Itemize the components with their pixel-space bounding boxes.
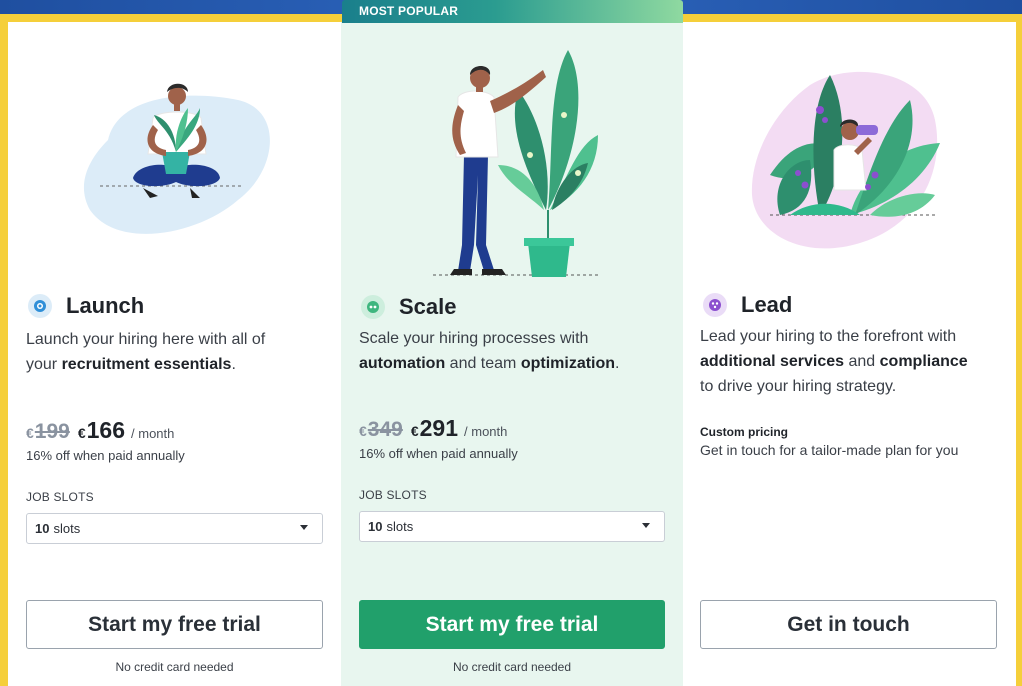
- price-row: € 199 € 166 / month: [26, 417, 174, 444]
- new-price: 166: [86, 417, 126, 443]
- job-slots-label: JOB SLOTS: [359, 488, 427, 502]
- get-in-touch-button[interactable]: Get in touch: [700, 600, 997, 649]
- discount-note: 16% off when paid annually: [359, 446, 518, 461]
- custom-pricing-subtitle: Get in touch for a tailor-made plan for …: [700, 442, 959, 458]
- price-period: / month: [464, 424, 508, 439]
- plan-header-scale: Scale: [361, 294, 457, 320]
- desc-bold: recruitment essentials: [61, 356, 232, 373]
- slots-unit: slots: [53, 521, 81, 536]
- desc-bold: additional services: [700, 353, 845, 370]
- scale-illustration: [433, 50, 598, 277]
- plan-name: Launch: [66, 293, 145, 318]
- job-slots-select[interactable]: 10 slots: [26, 513, 323, 544]
- slots-value: 10: [368, 519, 383, 534]
- desc-line: Launch your hiring here with all of: [26, 331, 266, 348]
- price-row: € 349 € 291 / month: [359, 415, 507, 442]
- no-credit-card-note: No credit card needed: [452, 660, 572, 674]
- desc-bold: compliance: [879, 353, 968, 370]
- grid-dots-icon: [703, 293, 727, 317]
- caret-down-icon: [642, 523, 650, 528]
- desc-line: Lead your hiring to the forefront with: [700, 328, 957, 345]
- desc-line: Scale your hiring processes with: [359, 330, 589, 347]
- plan-header-lead: Lead: [703, 292, 792, 318]
- caret-down-icon: [300, 525, 308, 530]
- no-credit-card-note: No credit card needed: [115, 660, 234, 674]
- old-price: 349: [367, 418, 403, 441]
- start-free-trial-button[interactable]: Start my free trial: [26, 600, 323, 649]
- plan-description: Scale your hiring processes with automat…: [359, 326, 669, 376]
- price-period: / month: [131, 426, 175, 441]
- target-icon: [28, 294, 52, 318]
- slots-value: 10: [35, 521, 50, 536]
- desc-text: and: [844, 353, 880, 370]
- plan-name: Scale: [399, 294, 457, 319]
- currency-new: €: [410, 423, 419, 439]
- currency-new: €: [77, 425, 86, 441]
- currency-old: €: [359, 423, 367, 439]
- desc-text: and team: [445, 355, 521, 372]
- start-free-trial-button[interactable]: Start my free trial: [359, 600, 665, 649]
- job-slots-label: JOB SLOTS: [26, 490, 94, 504]
- new-price: 291: [419, 415, 459, 441]
- desc-text: your: [26, 356, 62, 373]
- desc-bold: optimization: [520, 355, 616, 372]
- plan-name: Lead: [741, 292, 793, 317]
- old-price: 199: [34, 420, 70, 443]
- lead-illustration: [751, 71, 940, 249]
- plan-header-launch: Launch: [28, 293, 144, 319]
- dots-icon: [361, 295, 385, 319]
- plan-description: Lead your hiring to the forefront with a…: [700, 324, 1010, 399]
- currency-old: €: [26, 425, 34, 441]
- custom-pricing-title: Custom pricing: [700, 425, 789, 439]
- discount-note: 16% off when paid annually: [26, 448, 185, 463]
- job-slots-select[interactable]: 10 slots: [359, 511, 665, 542]
- desc-text: .: [231, 356, 236, 373]
- desc-bold: automation: [359, 355, 446, 372]
- launch-illustration: [83, 83, 270, 234]
- most-popular-ribbon: MOST POPULAR: [342, 0, 683, 23]
- desc-text: .: [615, 355, 620, 372]
- plan-description: Launch your hiring here with all of your…: [26, 327, 326, 377]
- slots-unit: slots: [386, 519, 414, 534]
- desc-line: to drive your hiring strategy.: [700, 378, 897, 395]
